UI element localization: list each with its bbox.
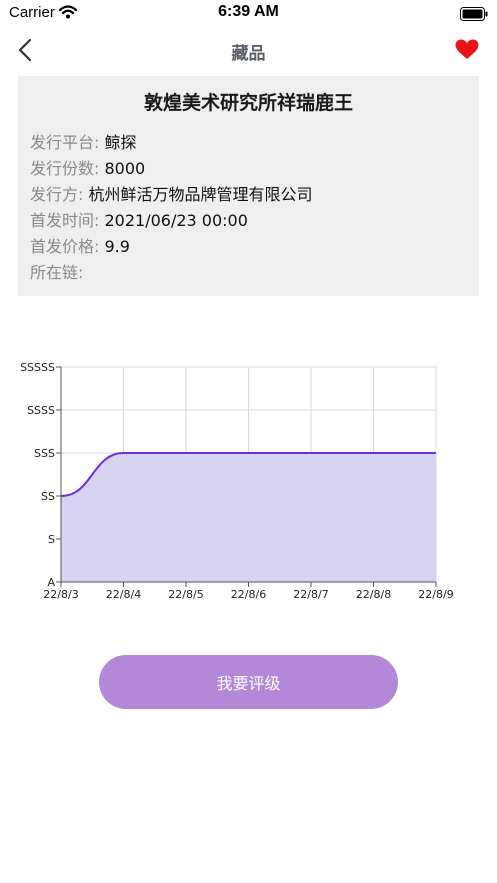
status-bar: Carrier 6:39 AM [0, 0, 497, 26]
y-tick-label: SSS [34, 447, 55, 460]
x-tick-label: 22/8/7 [293, 588, 328, 601]
y-tick-label: SSSSS [20, 361, 55, 374]
info-row-chain: 所在链: [30, 263, 84, 282]
info-value: 鲸探 [104, 133, 137, 152]
info-label: 首发时间 [30, 211, 95, 230]
series-area [61, 453, 436, 582]
info-value: 9.9 [104, 237, 130, 256]
info-row-release-time: 首发时间: 2021/06/23 00:00 [30, 211, 248, 230]
info-row-supply: 发行份数: 8000 [30, 159, 146, 178]
x-tick-label: 22/8/5 [168, 588, 203, 601]
x-tick-label: 22/8/8 [356, 588, 391, 601]
x-tick-label: 22/8/3 [43, 588, 78, 601]
info-row-release-price: 首发价格: 9.9 [30, 237, 130, 256]
battery-icon [460, 6, 488, 25]
info-label: 发行方 [30, 185, 79, 204]
collection-title: 敦煌美术研究所祥瑞鹿王 [143, 92, 353, 114]
info-value: 8000 [104, 159, 146, 178]
favorite-heart-icon[interactable] [455, 39, 479, 64]
x-tick-label: 22/8/4 [106, 588, 141, 601]
info-row-issuer: 发行方: 杭州鲜活万物品牌管理有限公司 [30, 185, 313, 204]
y-tick-label: S [48, 533, 55, 546]
rating-chart: ASSSSSSSSSSSSSSS22/8/3 22/8/4 22/8/5 22/8/6… [20, 361, 454, 601]
status-time: 6:39 AM [218, 3, 279, 20]
info-label: 首发价格 [30, 237, 95, 256]
nav-bar: 藏品 [0, 26, 497, 74]
info-label: 发行份数 [30, 159, 95, 178]
info-label: 所在链 [30, 263, 79, 282]
collection-info-card: 敦煌美术研究所祥瑞鹿王 发行平台: 鲸探 发行份数: 8000 发行方: 杭州鲜… [18, 76, 479, 296]
info-row-platform: 发行平台: 鲸探 [30, 133, 137, 152]
page-title: 藏品 [231, 44, 266, 64]
info-value: 2021/06/23 00:00 [104, 211, 248, 230]
y-tick-label: SSSS [27, 404, 55, 417]
info-value: 杭州鲜活万物品牌管理有限公司 [88, 185, 313, 204]
info-label: 发行平台 [30, 133, 95, 152]
y-tick-label: SS [41, 490, 55, 503]
rate-button[interactable]: 我要评级 [99, 655, 398, 709]
x-tick-label: 22/8/6 [231, 588, 266, 601]
x-tick-label: 22/8/9 [418, 588, 453, 601]
